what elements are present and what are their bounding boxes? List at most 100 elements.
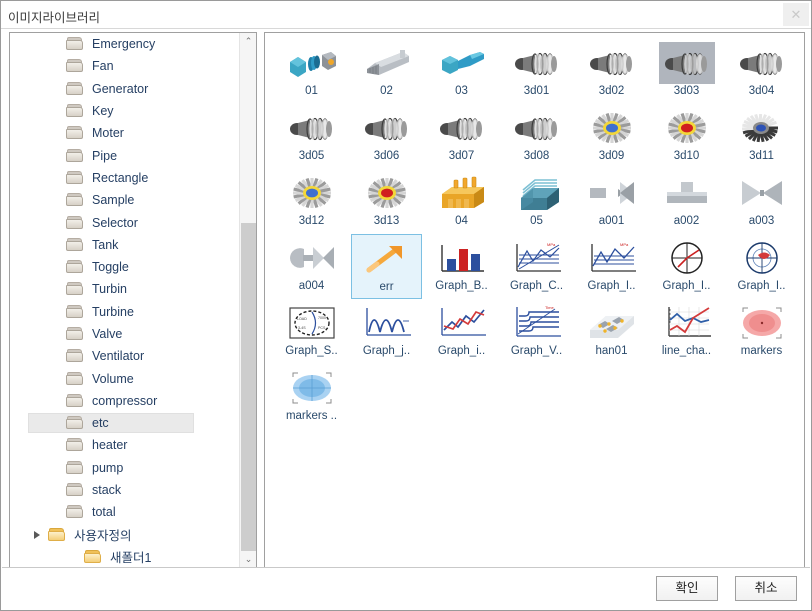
tree-item-content: Generator [10, 81, 148, 96]
grid-item-label: Graph_I.. [587, 280, 636, 292]
folder-icon [66, 438, 84, 452]
turbine-3d-icon [584, 42, 640, 84]
tree-item-Fan[interactable]: Fan [10, 55, 240, 77]
dialog-footer: 확인 취소 [2, 567, 810, 610]
tree-item-content: Sample [10, 193, 134, 207]
tree-item-Selector[interactable]: Selector [10, 211, 240, 233]
tree-item-Toggle[interactable]: Toggle [10, 256, 240, 278]
grid-item-err[interactable]: err [351, 234, 422, 299]
tree-item-Rectangle[interactable]: Rectangle [10, 167, 240, 189]
tree-item-stack[interactable]: stack [10, 479, 240, 501]
machine-gray-rail-icon [359, 42, 415, 84]
grid-item-markers[interactable]: markers [726, 299, 797, 364]
line-chart-grid-icon [659, 302, 715, 344]
grid-item-markers-[interactable]: markers .. [276, 364, 347, 429]
machine-blue-cone-icon [434, 42, 490, 84]
crossing-lines-chart-icon [434, 302, 490, 344]
grid-item-3d03[interactable]: 3d03 [651, 39, 722, 104]
tree-item-content: Moter [10, 126, 124, 140]
tree-item-Ventilator[interactable]: Ventilator [10, 345, 240, 367]
tree-item-content: Toggle [10, 260, 129, 274]
grid-item-Graph_B[interactable]: Graph_B.. [426, 234, 497, 299]
tree-item-Key[interactable]: Key [10, 100, 240, 122]
grid-item-3d02[interactable]: 3d02 [576, 39, 647, 104]
grid-item-05[interactable]: 05 [501, 169, 572, 234]
grid-item-a001[interactable]: a001 [576, 169, 647, 234]
grid-item-a003[interactable]: a003 [726, 169, 797, 234]
tree-item-사용자정의[interactable]: 사용자정의 [10, 524, 240, 546]
image-grid[interactable]: 01 02 03 3d01 3d02 3d03 3d04 3d05 3d06 3d07 3d08 3d… [274, 39, 799, 429]
marker-red-ellipse-icon [734, 302, 790, 344]
folder-icon [66, 37, 84, 51]
valve-gray-3-icon [284, 237, 340, 279]
tree-item-heater[interactable]: heater [10, 434, 240, 456]
folder-icon [66, 304, 84, 319]
svg-text:3-4S: 3-4S [298, 326, 306, 330]
tree-item-total[interactable]: total [10, 501, 240, 523]
chevron-right-icon [34, 530, 40, 539]
tree-item-Volume[interactable]: Volume [10, 367, 240, 389]
grid-item-Graph_j[interactable]: Graph_j.. [351, 299, 422, 364]
tree-item-content: Fan [10, 59, 114, 73]
grid-item-a004[interactable]: a004 [276, 234, 347, 299]
grid-item-Graph_I[interactable]: MPa Graph_I.. [576, 234, 647, 299]
grid-item-3d08[interactable]: 3d08 [501, 104, 572, 169]
grid-item-Graph_C[interactable]: MPa Graph_C.. [501, 234, 572, 299]
tree-item-Turbin[interactable]: Turbin [10, 278, 240, 300]
grid-item-han01[interactable]: han01 [576, 299, 647, 364]
grid-item-04[interactable]: 04 [426, 169, 497, 234]
grid-item-Graph_I[interactable]: Graph_I.. [726, 234, 797, 299]
grid-item-line_cha[interactable]: line_cha.. [651, 299, 722, 364]
polar-chart-icon [659, 237, 715, 279]
sine-wave-chart-icon [359, 302, 415, 344]
tree-item-Generator[interactable]: Generator [10, 78, 240, 100]
grid-item-3d05[interactable]: 3d05 [276, 104, 347, 169]
grid-item-3d09[interactable]: 3d09 [576, 104, 647, 169]
scrollbar-thumb[interactable] [241, 223, 256, 551]
tree-item-Moter[interactable]: Moter [10, 122, 240, 144]
tree-item-label: Toggle [92, 260, 129, 275]
grid-item-01[interactable]: 01 [276, 39, 347, 104]
tree-item-Tank[interactable]: Tank [10, 234, 240, 256]
grid-item-label: han01 [595, 345, 628, 357]
expand-triangle-icon[interactable] [30, 524, 48, 546]
grid-item-02[interactable]: 02 [351, 39, 422, 104]
grid-item-Graph_S[interactable]: LOAD 7000 3-4S PCS Graph_S.. [276, 299, 347, 364]
tree-item-content: Key [10, 104, 114, 118]
grid-item-3d07[interactable]: 3d07 [426, 104, 497, 169]
grid-item-3d04[interactable]: 3d04 [726, 39, 797, 104]
tree-scrollbar[interactable]: ⌃ ⌄ [239, 33, 256, 568]
tree-item-Sample[interactable]: Sample [10, 189, 240, 211]
grid-item-Graph_I[interactable]: Graph_I.. [651, 234, 722, 299]
cancel-button[interactable]: 취소 [735, 576, 797, 601]
grid-item-Graph_i[interactable]: Graph_i.. [426, 299, 497, 364]
ok-button[interactable]: 확인 [656, 576, 718, 601]
tree-item-compressor[interactable]: compressor [10, 390, 240, 412]
scroll-down-icon[interactable]: ⌄ [240, 551, 256, 568]
tree-item-etc[interactable]: etc [10, 412, 240, 434]
folder-icon [66, 193, 84, 207]
tree-item-label: Fan [92, 59, 114, 74]
grid-item-3d01[interactable]: 3d01 [501, 39, 572, 104]
fan-red-hub-icon [659, 107, 715, 149]
tree-item-label: total [92, 505, 116, 520]
tree-item-새폴더1[interactable]: 새폴더1 [10, 546, 240, 568]
tree-item-Valve[interactable]: Valve [10, 323, 240, 345]
grid-item-3d12[interactable]: 3d12 [276, 169, 347, 234]
tree-item-pump[interactable]: pump [10, 457, 240, 479]
image-grid-panel: 01 02 03 3d01 3d02 3d03 3d04 3d05 3d06 3d07 3d08 3d… [264, 32, 805, 569]
tree-item-Turbine[interactable]: Turbine [10, 301, 240, 323]
close-icon[interactable]: ✕ [783, 3, 809, 26]
folder-tree-panel: Emergency Fan Generator Key Moter Pipe Rectang… [9, 32, 257, 569]
grid-item-3d10[interactable]: 3d10 [651, 104, 722, 169]
grid-item-a002[interactable]: a002 [651, 169, 722, 234]
folder-tree[interactable]: Emergency Fan Generator Key Moter Pipe Rectang… [10, 33, 240, 568]
grid-item-03[interactable]: 03 [426, 39, 497, 104]
tree-item-Pipe[interactable]: Pipe [10, 144, 240, 166]
grid-item-3d06[interactable]: 3d06 [351, 104, 422, 169]
grid-item-3d11[interactable]: 3d11 [726, 104, 797, 169]
scroll-up-icon[interactable]: ⌃ [240, 33, 256, 50]
grid-item-3d13[interactable]: 3d13 [351, 169, 422, 234]
grid-item-Graph_V[interactable]: Time Graph_V.. [501, 299, 572, 364]
tree-item-Emergency[interactable]: Emergency [10, 33, 240, 55]
